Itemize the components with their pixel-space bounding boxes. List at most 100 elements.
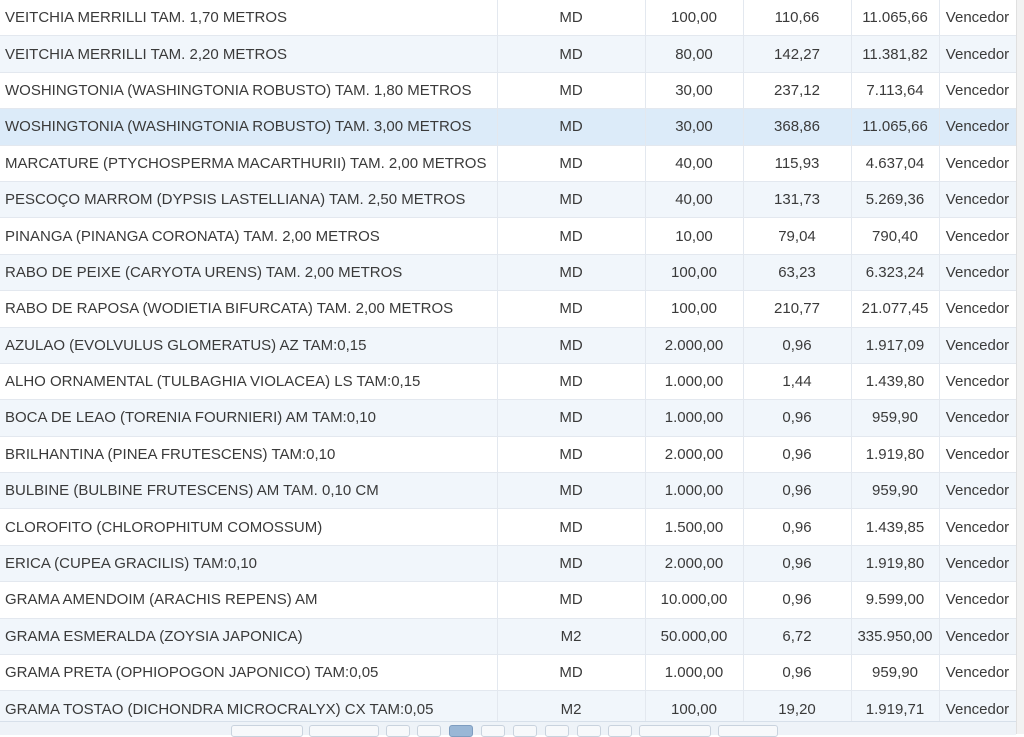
quantity-cell: 40,00 (645, 181, 744, 219)
quantity-cell: 1.500,00 (645, 508, 744, 546)
last-page-button[interactable] (718, 725, 778, 737)
status-cell: Vencedor (939, 508, 1017, 546)
total-value-cell: 6.323,24 (851, 254, 940, 292)
item-description-cell: RABO DE PEIXE (CARYOTA URENS) TAM. 2,00 … (0, 254, 498, 292)
quantity-cell: 1.000,00 (645, 363, 744, 401)
table-row[interactable]: VEITCHIA MERRILLI TAM. 1,70 METROS MD 100,… (0, 0, 1017, 37)
table-row[interactable]: GRAMA AMENDOIM (ARACHIS REPENS) AM MD 10.0… (0, 581, 1017, 619)
status-cell: Vencedor (939, 290, 1017, 328)
status-cell: Vencedor (939, 327, 1017, 364)
status-cell: Vencedor (939, 654, 1017, 692)
table-row[interactable]: PINANGA (PINANGA CORONATA) TAM. 2,00 MET… (0, 217, 1017, 255)
table-row[interactable]: ERICA (CUPEA GRACILIS) TAM:0,10 MD 2.000,0… (0, 545, 1017, 583)
status-cell: Vencedor (939, 72, 1017, 110)
total-value-cell: 1.439,85 (851, 508, 940, 546)
total-value-cell: 335.950,00 (851, 618, 940, 656)
total-value-cell: 1.919,80 (851, 436, 940, 474)
status-cell: Vencedor (939, 217, 1017, 255)
item-description-cell: PESCOÇO MARROM (DYPSIS LASTELLIANA) TAM.… (0, 181, 498, 219)
item-description-cell: GRAMA AMENDOIM (ARACHIS REPENS) AM (0, 581, 498, 619)
unit-cell: MD (497, 472, 646, 510)
total-value-cell: 11.065,66 (851, 108, 940, 146)
quantity-cell: 10,00 (645, 217, 744, 255)
unit-cell: MD (497, 545, 646, 583)
pagination-bar (0, 721, 1016, 737)
table-row[interactable]: WOSHINGTONIA (WASHINGTONIA ROBUSTO) TAM.… (0, 72, 1017, 110)
page-button[interactable] (545, 725, 569, 737)
table-row[interactable]: VEITCHIA MERRILLI TAM. 2,20 METROS MD 80,0… (0, 35, 1017, 73)
page-button[interactable] (513, 725, 537, 737)
current-page-button[interactable] (449, 725, 473, 737)
page-button[interactable] (608, 725, 632, 737)
status-cell: Vencedor (939, 545, 1017, 583)
status-cell: Vencedor (939, 399, 1017, 437)
quantity-cell: 1.000,00 (645, 654, 744, 692)
unit-price-cell: 110,66 (743, 0, 852, 37)
table-row[interactable]: MARCATURE (PTYCHOSPERMA MACARTHURII) TAM… (0, 145, 1017, 182)
item-description-cell: RABO DE RAPOSA (WODIETIA BIFURCATA) TAM.… (0, 290, 498, 328)
unit-cell: MD (497, 0, 646, 37)
unit-cell: MD (497, 145, 646, 182)
unit-price-cell: 0,96 (743, 654, 852, 692)
unit-price-cell: 0,96 (743, 399, 852, 437)
first-page-button[interactable] (231, 725, 303, 737)
total-value-cell: 11.381,82 (851, 35, 940, 73)
status-cell: Vencedor (939, 472, 1017, 510)
total-value-cell: 959,90 (851, 399, 940, 437)
table-row[interactable]: ALHO ORNAMENTAL (TULBAGHIA VIOLACEA) LS … (0, 363, 1017, 401)
unit-cell: MD (497, 327, 646, 364)
unit-price-cell: 1,44 (743, 363, 852, 401)
quantity-cell: 100,00 (645, 0, 744, 37)
unit-cell: MD (497, 399, 646, 437)
unit-price-cell: 142,27 (743, 35, 852, 73)
table-row[interactable]: BULBINE (BULBINE FRUTESCENS) AM TAM. 0,1… (0, 472, 1017, 510)
table-row[interactable]: BOCA DE LEAO (TORENIA FOURNIERI) AM TAM:… (0, 399, 1017, 437)
status-cell: Vencedor (939, 363, 1017, 401)
quantity-cell: 40,00 (645, 145, 744, 182)
unit-price-cell: 79,04 (743, 217, 852, 255)
item-description-cell: GRAMA PRETA (OPHIOPOGON JAPONICO) TAM:0,… (0, 654, 498, 692)
table-row[interactable]: RABO DE RAPOSA (WODIETIA BIFURCATA) TAM.… (0, 290, 1017, 328)
item-description-cell: MARCATURE (PTYCHOSPERMA MACARTHURII) TAM… (0, 145, 498, 182)
table-row[interactable]: CLOROFITO (CHLOROPHITUM COMOSSUM) MD 1.500… (0, 508, 1017, 546)
item-description-cell: WOSHINGTONIA (WASHINGTONIA ROBUSTO) TAM.… (0, 108, 498, 146)
unit-cell: MD (497, 436, 646, 474)
unit-cell: MD (497, 181, 646, 219)
table-row[interactable]: RABO DE PEIXE (CARYOTA URENS) TAM. 2,00 … (0, 254, 1017, 292)
unit-price-cell: 6,72 (743, 618, 852, 656)
table-row[interactable]: AZULAO (EVOLVULUS GLOMERATUS) AZ TAM:0,1… (0, 327, 1017, 364)
status-cell: Vencedor (939, 254, 1017, 292)
quantity-cell: 2.000,00 (645, 327, 744, 364)
quantity-cell: 10.000,00 (645, 581, 744, 619)
unit-cell: MD (497, 654, 646, 692)
table-row[interactable]: WOSHINGTONIA (WASHINGTONIA ROBUSTO) TAM.… (0, 108, 1017, 146)
total-value-cell: 9.599,00 (851, 581, 940, 619)
total-value-cell: 4.637,04 (851, 145, 940, 182)
unit-price-cell: 368,86 (743, 108, 852, 146)
unit-price-cell: 115,93 (743, 145, 852, 182)
item-description-cell: ERICA (CUPEA GRACILIS) TAM:0,10 (0, 545, 498, 583)
quantity-cell: 1.000,00 (645, 472, 744, 510)
quantity-cell: 100,00 (645, 254, 744, 292)
status-cell: Vencedor (939, 436, 1017, 474)
results-table-body: VEITCHIA MERRILLI TAM. 1,70 METROS MD 100,… (0, 0, 1017, 728)
table-row[interactable]: BRILHANTINA (PINEA FRUTESCENS) TAM:0,10 M… (0, 436, 1017, 474)
page-button[interactable] (577, 725, 601, 737)
unit-price-cell: 0,96 (743, 581, 852, 619)
unit-price-cell: 237,12 (743, 72, 852, 110)
page-button[interactable] (386, 725, 410, 737)
table-row[interactable]: GRAMA ESMERALDA (ZOYSIA JAPONICA) M2 50.00… (0, 618, 1017, 656)
table-row[interactable]: GRAMA PRETA (OPHIOPOGON JAPONICO) TAM:0,… (0, 654, 1017, 692)
page-button[interactable] (481, 725, 505, 737)
total-value-cell: 11.065,66 (851, 0, 940, 37)
results-grid: VEITCHIA MERRILLI TAM. 1,70 METROS MD 100,… (0, 0, 1017, 728)
vertical-scrollbar[interactable] (1016, 0, 1024, 734)
next-page-button[interactable] (639, 725, 711, 737)
total-value-cell: 1.919,80 (851, 545, 940, 583)
unit-price-cell: 210,77 (743, 290, 852, 328)
page-button[interactable] (417, 725, 441, 737)
previous-page-button[interactable] (309, 725, 379, 737)
item-description-cell: VEITCHIA MERRILLI TAM. 2,20 METROS (0, 35, 498, 73)
table-row[interactable]: PESCOÇO MARROM (DYPSIS LASTELLIANA) TAM.… (0, 181, 1017, 219)
unit-price-cell: 0,96 (743, 472, 852, 510)
